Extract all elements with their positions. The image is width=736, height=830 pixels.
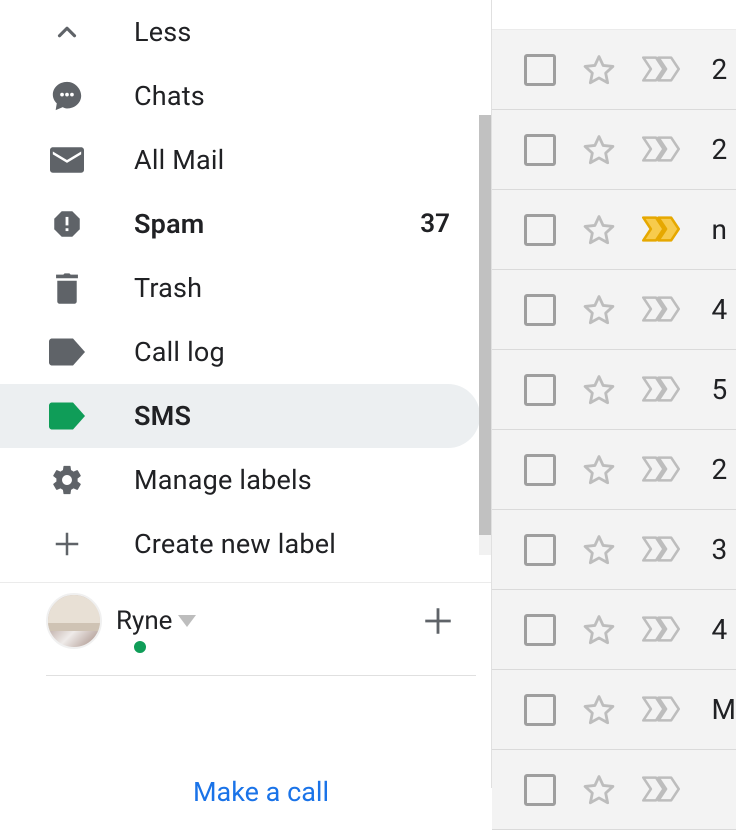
mail-checkbox[interactable]: [524, 774, 556, 806]
mail-sender: 2: [712, 453, 728, 486]
mail-checkbox[interactable]: [524, 294, 556, 326]
chevron-up-icon: [46, 11, 88, 53]
important-icon[interactable]: [642, 696, 680, 724]
mail-checkbox[interactable]: [524, 214, 556, 246]
label-green-icon: [46, 395, 88, 437]
important-icon[interactable]: [642, 56, 680, 84]
important-icon[interactable]: [642, 216, 680, 244]
sidebar-scrollbar-thumb[interactable]: [479, 115, 491, 535]
add-contact-button[interactable]: [421, 604, 455, 638]
nav-item-calllog[interactable]: Call log: [0, 320, 480, 384]
mail-list: 2 2 n 4 5 2 3 4 M: [491, 0, 736, 788]
important-icon[interactable]: [642, 296, 680, 324]
caret-down-icon: [178, 615, 196, 627]
mail-row[interactable]: M: [492, 670, 736, 750]
sidebar-scrollbar[interactable]: [479, 115, 491, 555]
star-icon[interactable]: [582, 213, 616, 247]
mail-row[interactable]: [492, 750, 736, 830]
mail-row[interactable]: 2: [492, 430, 736, 510]
star-icon[interactable]: [582, 453, 616, 487]
mail-sender: M: [712, 693, 736, 726]
star-icon[interactable]: [582, 53, 616, 87]
nav-item-label: Call log: [134, 336, 480, 368]
sidebar: Less Chats All Mail Spam 37 Trash: [0, 0, 491, 788]
nav-list: Less Chats All Mail Spam 37 Trash: [0, 0, 491, 576]
mail-sender: 2: [712, 53, 728, 86]
important-icon[interactable]: [642, 536, 680, 564]
mail-sender: 5: [712, 373, 728, 406]
nav-item-allmail[interactable]: All Mail: [0, 128, 480, 192]
trash-icon: [46, 267, 88, 309]
avatar: [46, 593, 102, 649]
nav-item-chats[interactable]: Chats: [0, 64, 480, 128]
hangouts-user-row[interactable]: Ryne: [46, 591, 491, 651]
mail-checkbox[interactable]: [524, 134, 556, 166]
nav-item-label: SMS: [134, 400, 480, 432]
mail-sender: 3: [712, 533, 728, 566]
important-icon[interactable]: [642, 776, 680, 804]
star-icon[interactable]: [582, 773, 616, 807]
presence-indicator: [132, 639, 148, 655]
mail-checkbox[interactable]: [524, 54, 556, 86]
nav-item-spam[interactable]: Spam 37: [0, 192, 480, 256]
chat-icon: [46, 75, 88, 117]
nav-item-label: Create new label: [134, 528, 480, 560]
nav-item-manage-labels[interactable]: Manage labels: [0, 448, 480, 512]
spam-icon: [46, 203, 88, 245]
mail-sender: 2: [712, 133, 728, 166]
nav-item-less[interactable]: Less: [0, 0, 480, 64]
mail-row[interactable]: 3: [492, 510, 736, 590]
mail-checkbox[interactable]: [524, 694, 556, 726]
star-icon[interactable]: [582, 133, 616, 167]
star-icon[interactable]: [582, 613, 616, 647]
nav-item-trash[interactable]: Trash: [0, 256, 480, 320]
mail-row[interactable]: 5: [492, 350, 736, 430]
mail-icon: [46, 139, 88, 181]
nav-item-count: 37: [420, 209, 450, 239]
mail-sender: 4: [712, 293, 728, 326]
mail-sender: 4: [712, 613, 728, 646]
mail-row[interactable]: 2: [492, 110, 736, 190]
mail-row[interactable]: n: [492, 190, 736, 270]
mail-sender: n: [712, 213, 727, 246]
nav-item-create-label[interactable]: Create new label: [0, 512, 480, 576]
important-icon[interactable]: [642, 616, 680, 644]
hangouts-divider: [46, 675, 476, 676]
nav-item-label: Spam: [134, 208, 420, 240]
user-name: Ryne: [116, 606, 172, 636]
make-call-link[interactable]: Make a call: [46, 776, 476, 808]
mail-row[interactable]: 4: [492, 590, 736, 670]
mail-checkbox[interactable]: [524, 454, 556, 486]
important-icon[interactable]: [642, 376, 680, 404]
mail-row[interactable]: 4: [492, 270, 736, 350]
gear-icon: [46, 459, 88, 501]
mail-checkbox[interactable]: [524, 534, 556, 566]
important-icon[interactable]: [642, 456, 680, 484]
nav-item-label: All Mail: [134, 144, 480, 176]
nav-item-label: Chats: [134, 80, 480, 112]
mail-checkbox[interactable]: [524, 614, 556, 646]
star-icon[interactable]: [582, 373, 616, 407]
important-icon[interactable]: [642, 136, 680, 164]
nav-item-sms[interactable]: SMS: [0, 384, 480, 448]
label-icon: [46, 331, 88, 373]
nav-item-label: Manage labels: [134, 464, 480, 496]
star-icon[interactable]: [582, 693, 616, 727]
nav-item-label: Less: [134, 16, 480, 48]
nav-item-label: Trash: [134, 272, 480, 304]
mail-row[interactable]: 2: [492, 30, 736, 110]
hangouts-panel: Ryne Make a call: [0, 583, 491, 808]
star-icon[interactable]: [582, 293, 616, 327]
mail-checkbox[interactable]: [524, 374, 556, 406]
star-icon[interactable]: [582, 533, 616, 567]
mail-list-header: [492, 0, 736, 30]
plus-icon: [46, 523, 88, 565]
